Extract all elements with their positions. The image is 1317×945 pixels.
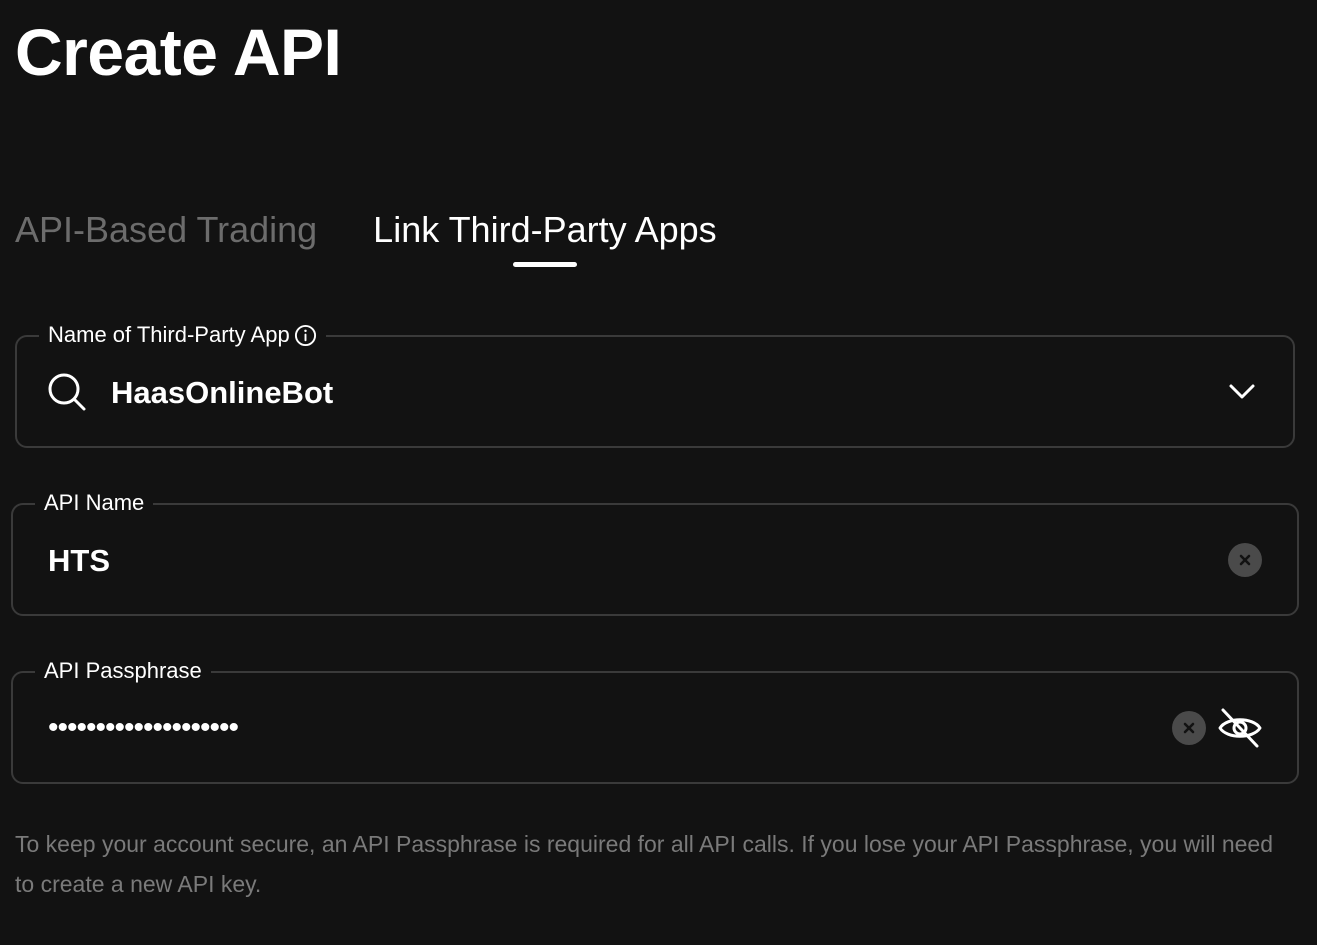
active-tab-indicator (512, 262, 577, 267)
api-passphrase-field[interactable]: API Passphrase •••••••••••••••••••• (11, 656, 1299, 784)
third-party-app-label-group: Name of Third-Party App (39, 320, 326, 350)
api-name-label: API Name (35, 488, 154, 518)
clear-icon[interactable] (1228, 543, 1262, 577)
tab-link-third-party-apps[interactable]: Link Third-Party Apps (373, 206, 717, 272)
third-party-app-label: Name of Third-Party App (48, 322, 290, 347)
api-name-field[interactable]: API Name HTS (11, 488, 1299, 616)
api-name-input[interactable]: HTS (48, 541, 110, 581)
third-party-app-value[interactable]: HaasOnlineBot (111, 373, 333, 413)
create-api-page: Create API API-Based Trading Link Third-… (0, 0, 1317, 945)
tab-bar: API-Based Trading Link Third-Party Apps (15, 206, 717, 272)
page-title: Create API (15, 15, 342, 89)
eye-off-icon[interactable] (1217, 706, 1263, 750)
info-icon[interactable] (294, 324, 317, 347)
api-passphrase-label: API Passphrase (35, 656, 211, 686)
clear-icon[interactable] (1172, 711, 1206, 745)
passphrase-helper-text: To keep your account secure, an API Pass… (15, 831, 1274, 897)
tab-api-based-trading[interactable]: API-Based Trading (15, 206, 317, 272)
api-passphrase-input[interactable]: •••••••••••••••••••• (48, 707, 239, 749)
third-party-app-select[interactable]: Name of Third-Party App HaasOnlineBot (15, 320, 1295, 448)
search-icon (47, 372, 87, 412)
chevron-down-icon[interactable] (1227, 377, 1257, 407)
tab-label: Link Third-Party Apps (373, 209, 717, 250)
